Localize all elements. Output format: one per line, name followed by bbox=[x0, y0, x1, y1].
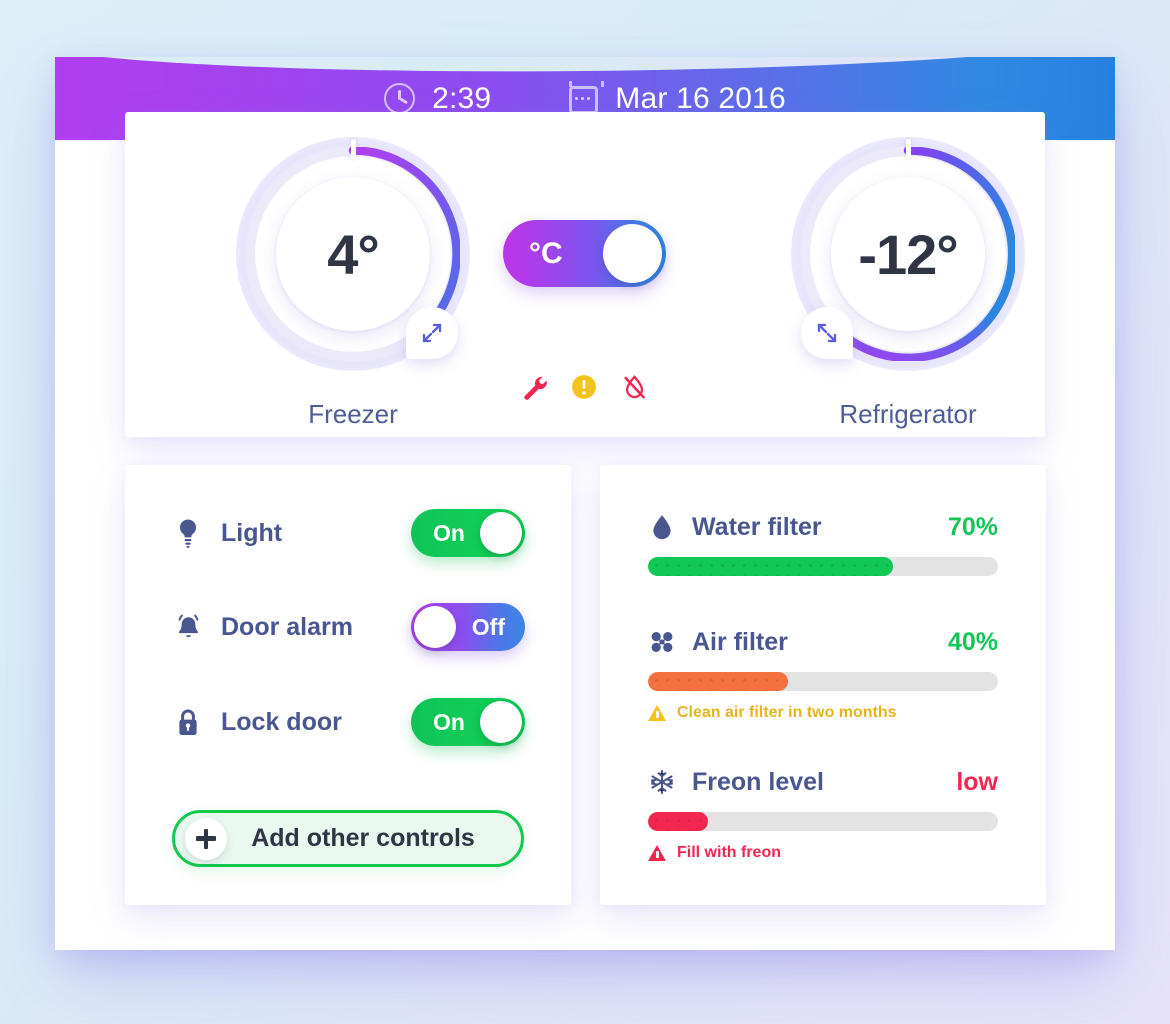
progress-bar-water-filter bbox=[648, 557, 998, 576]
refrigerator-dial-marker bbox=[906, 139, 911, 159]
progress-fill bbox=[648, 672, 788, 691]
meter-water-filter: Water filter 70% bbox=[648, 510, 998, 576]
meter-name-water-filter: Water filter bbox=[692, 512, 822, 541]
alert-triangle-icon bbox=[648, 845, 666, 861]
appliance-panel: 2:39 Mar 16 2016 4° Freezer °C -12° Refr… bbox=[55, 57, 1115, 950]
lock-icon bbox=[173, 708, 203, 737]
toggle-light[interactable]: On bbox=[411, 509, 525, 557]
refrigerator-dial-handle[interactable] bbox=[801, 307, 853, 359]
water-drop-icon bbox=[648, 514, 676, 541]
appliance-status-icons bbox=[503, 368, 666, 408]
meter-value-freon-level: low bbox=[956, 767, 998, 796]
toggle-light-knob[interactable] bbox=[480, 512, 522, 554]
progress-fill bbox=[648, 557, 893, 576]
toggle-lock-door[interactable]: On bbox=[411, 698, 525, 746]
unit-toggle-label: °C bbox=[529, 236, 563, 270]
freezer-dial-handle[interactable] bbox=[406, 307, 458, 359]
freezer-label: Freezer bbox=[308, 399, 398, 429]
status-bar: 2:39 Mar 16 2016 bbox=[55, 57, 1115, 140]
control-label-door-alarm: Door alarm bbox=[221, 612, 353, 641]
toggle-door-alarm-knob[interactable] bbox=[414, 606, 456, 648]
toggle-door-alarm[interactable]: Off bbox=[411, 603, 525, 651]
meter-freon-level: Freon level low Fill with freon bbox=[648, 765, 998, 862]
toggle-lock-door-knob[interactable] bbox=[480, 701, 522, 743]
calendar-icon bbox=[569, 81, 605, 114]
control-row-light: Light On bbox=[173, 509, 525, 557]
bell-icon bbox=[173, 613, 203, 642]
note-text-air-filter: Clean air filter in two months bbox=[677, 704, 897, 721]
progress-bar-air-filter bbox=[648, 672, 998, 691]
add-other-controls-label: Add other controls bbox=[251, 824, 475, 852]
freezer-temp-readout: 4° bbox=[276, 177, 430, 331]
current-date: Mar 16 2016 bbox=[615, 81, 786, 115]
temperature-card: 4° Freezer °C -12° Refrigerator bbox=[125, 112, 1045, 437]
meter-value-air-filter: 40% bbox=[947, 627, 998, 656]
note-freon-level: Fill with freon bbox=[648, 844, 998, 862]
warning-circle-icon[interactable] bbox=[571, 374, 599, 402]
toggle-door-alarm-state: Off bbox=[471, 613, 505, 640]
meter-header: Freon level low bbox=[648, 765, 998, 799]
plus-icon bbox=[185, 817, 227, 860]
toggle-lock-door-state: On bbox=[433, 708, 465, 735]
progress-fill bbox=[648, 812, 708, 831]
freezer-dial-marker bbox=[351, 139, 356, 159]
note-text-freon-level: Fill with freon bbox=[677, 844, 781, 861]
refrigerator-temp-readout: -12° bbox=[831, 177, 985, 331]
meter-name-air-filter: Air filter bbox=[692, 627, 788, 656]
fan-icon bbox=[648, 630, 676, 654]
add-other-controls-button[interactable]: Add other controls bbox=[172, 810, 524, 867]
expand-arrows-icon bbox=[817, 323, 837, 343]
control-row-lock-door: Lock door On bbox=[173, 698, 525, 746]
refrigerator-label: Refrigerator bbox=[839, 399, 977, 429]
time-group: 2:39 bbox=[384, 82, 491, 116]
date-group: Mar 16 2016 bbox=[569, 81, 786, 116]
warning-triangle-icon bbox=[648, 705, 666, 721]
wrench-icon[interactable] bbox=[521, 374, 549, 402]
meter-value-water-filter: 70% bbox=[947, 512, 998, 541]
meter-name-freon-level: Freon level bbox=[692, 767, 824, 796]
snowflake-icon bbox=[648, 769, 676, 795]
refrigerator-temperature: -12° bbox=[858, 222, 958, 286]
control-row-door-alarm: Door alarm Off bbox=[173, 603, 525, 651]
status-bar-content: 2:39 Mar 16 2016 bbox=[55, 57, 1115, 140]
meter-header: Water filter 70% bbox=[648, 510, 998, 544]
freezer-dial[interactable]: 4° Freezer bbox=[228, 129, 478, 429]
note-air-filter: Clean air filter in two months bbox=[648, 704, 998, 722]
control-label-light: Light bbox=[221, 518, 283, 547]
temperature-unit-toggle[interactable]: °C bbox=[503, 220, 666, 287]
no-water-drop-icon[interactable] bbox=[621, 374, 649, 402]
refrigerator-dial[interactable]: -12° Refrigerator bbox=[783, 129, 1033, 429]
toggle-light-state: On bbox=[433, 519, 465, 546]
expand-arrows-icon bbox=[422, 323, 442, 343]
lightbulb-icon bbox=[173, 518, 203, 548]
unit-toggle-knob[interactable] bbox=[603, 224, 662, 283]
clock-icon bbox=[384, 83, 416, 114]
freezer-temperature: 4° bbox=[327, 222, 380, 286]
control-label-lock-door: Lock door bbox=[221, 707, 342, 736]
controls-card: Light On Door alarm Off Lock door On Add… bbox=[125, 465, 571, 905]
meter-air-filter: Air filter 40% Clean air filter in two m… bbox=[648, 625, 998, 722]
meter-header: Air filter 40% bbox=[648, 625, 998, 659]
progress-bar-freon-level bbox=[648, 812, 998, 831]
current-time: 2:39 bbox=[432, 81, 492, 115]
maintenance-status-card: Water filter 70% Air filter 40% Clean ai… bbox=[600, 465, 1046, 905]
